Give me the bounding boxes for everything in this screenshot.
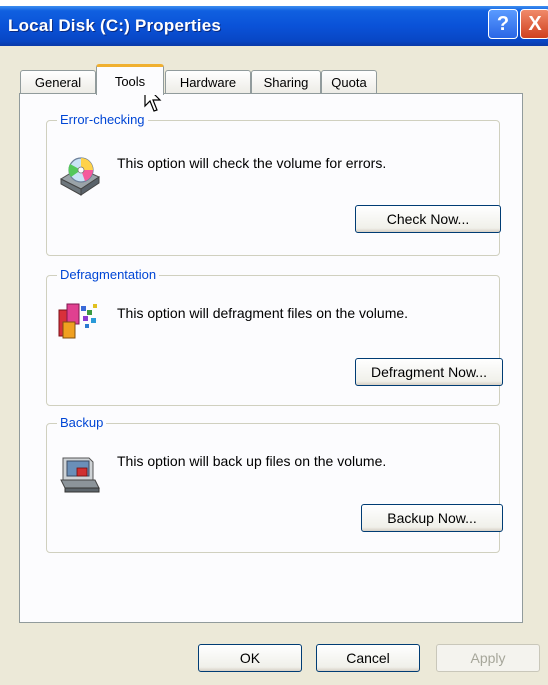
backup-now-button[interactable]: Backup Now... xyxy=(361,504,503,532)
title-bar[interactable]: Local Disk (C:) Properties ? X xyxy=(0,6,548,46)
backup-icon xyxy=(60,457,100,493)
apply-button[interactable]: Apply xyxy=(436,644,540,672)
close-button[interactable]: X xyxy=(520,9,548,39)
defragmentation-group: Defragmentation This option will defragm… xyxy=(46,267,503,406)
group-label: Error-checking xyxy=(57,112,148,127)
error-checking-group: Error-checking This option will check th… xyxy=(46,112,501,256)
defragmentation-description: This option will defragment files on the… xyxy=(117,305,409,321)
window-title: Local Disk (C:) Properties xyxy=(8,16,222,35)
check-now-button[interactable]: Check Now... xyxy=(355,205,501,233)
tab-sharing[interactable]: Sharing xyxy=(251,70,321,94)
backup-group: Backup This option will back up files on… xyxy=(46,415,503,553)
cancel-button[interactable]: Cancel xyxy=(316,644,420,672)
disk-check-icon xyxy=(59,157,101,196)
tab-quota[interactable]: Quota xyxy=(321,70,377,94)
ok-button[interactable]: OK xyxy=(198,644,302,672)
error-checking-description: This option will check the volume for er… xyxy=(117,155,387,171)
group-label: Defragmentation xyxy=(57,267,160,282)
tab-tools[interactable]: Tools xyxy=(96,64,164,95)
tab-general[interactable]: General xyxy=(20,70,96,94)
group-label: Backup xyxy=(57,415,107,430)
tools-panel: Error-checking This option will check th… xyxy=(19,93,523,623)
defragment-icon xyxy=(58,303,97,339)
tab-hardware[interactable]: Hardware xyxy=(165,70,251,94)
help-button[interactable]: ? xyxy=(488,9,518,39)
properties-dialog: Local Disk (C:) Properties ? X General T… xyxy=(0,6,548,685)
defragment-now-button[interactable]: Defragment Now... xyxy=(355,358,503,386)
backup-description: This option will back up files on the vo… xyxy=(117,453,387,469)
